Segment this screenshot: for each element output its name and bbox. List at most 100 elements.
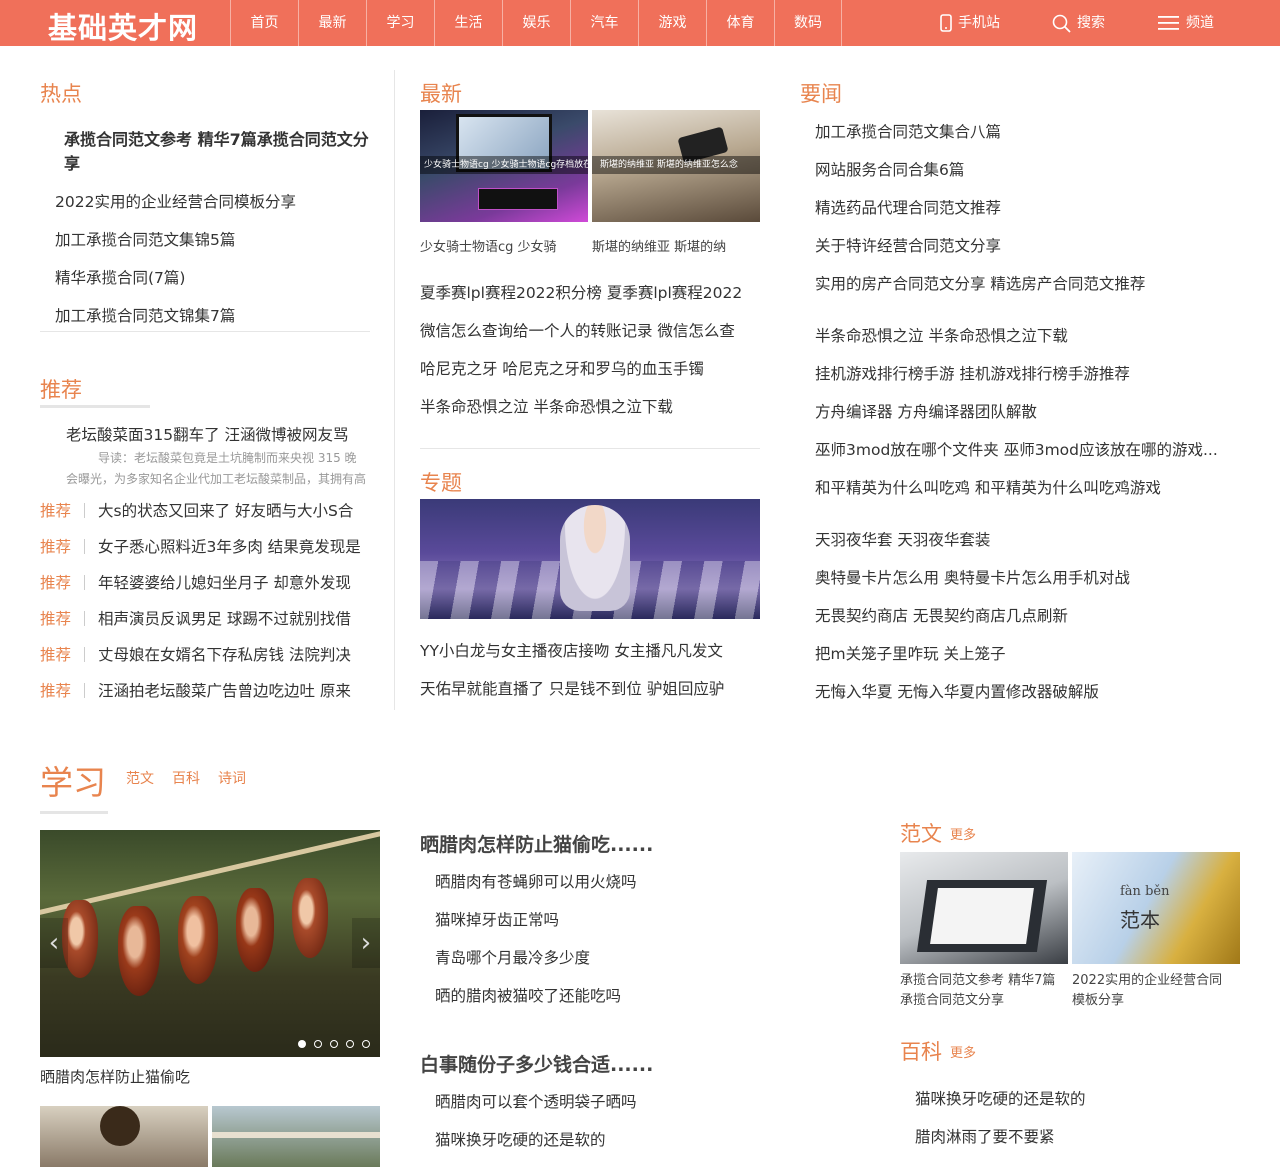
study-block-heading[interactable]: 白事随份子多少钱合适......: [420, 1050, 653, 1077]
news-item[interactable]: 加工承揽合同范文集合八篇: [815, 120, 1235, 142]
tag-separator: [84, 611, 85, 626]
fanwen-thumb-1[interactable]: [900, 852, 1068, 964]
study-thumb-1[interactable]: [40, 1106, 208, 1167]
search-link[interactable]: 搜索: [1052, 0, 1105, 46]
news-item[interactable]: 关于特许经营合同范文分享: [815, 234, 1235, 256]
recommend-item[interactable]: 年轻婆婆给儿媳妇坐月子 却意外发现: [98, 571, 373, 593]
study-list-item[interactable]: 晒腊肉可以套个透明袋子晒吗: [435, 1090, 795, 1112]
latest-pic-1-overlay: 少女骑士物语cg 少女骑士物语cg存档放在哪里: [420, 156, 588, 174]
study-list-item[interactable]: 猫咪换牙吃硬的还是软的: [435, 1128, 795, 1150]
slider-dot[interactable]: [314, 1040, 322, 1048]
news-item[interactable]: 挂机游戏排行榜手游 挂机游戏排行榜手游推荐: [815, 362, 1235, 384]
recommend-section-title: 推荐: [40, 378, 82, 402]
fanwen-thumb-caption[interactable]: 2022实用的企业经营合同模板分享: [1072, 971, 1232, 1011]
nav-item-home[interactable]: 首页: [230, 0, 298, 46]
study-list-item[interactable]: 青岛哪个月最冷多少度: [435, 946, 795, 968]
nav-item-auto[interactable]: 汽车: [570, 0, 638, 46]
hot-item[interactable]: 2022实用的企业经营合同模板分享: [55, 190, 375, 212]
study-list-item[interactable]: 晒的腊肉被猫咬了还能吃吗: [435, 984, 795, 1006]
baike-item[interactable]: 猫咪换牙吃硬的还是软的: [915, 1087, 1235, 1109]
study-tab-fanwen[interactable]: 范文: [126, 768, 154, 788]
baike-more-link[interactable]: 更多: [950, 1046, 976, 1061]
latest-item[interactable]: 半条命恐惧之泣 半条命恐惧之泣下载: [420, 395, 760, 417]
latest-pic-2[interactable]: 斯堪的纳维亚 斯堪的纳维亚怎么念: [592, 110, 760, 222]
news-item[interactable]: 把m关笼子里咋玩 关上笼子: [815, 642, 1235, 664]
recommend-tag: 推荐: [40, 574, 72, 592]
news-item[interactable]: 无悔入华夏 无悔入华夏内置修改器破解版: [815, 680, 1235, 702]
study-tab-poetry[interactable]: 诗词: [218, 768, 246, 788]
recommend-item[interactable]: 丈母娘在女婿名下存私房钱 法院判决: [98, 643, 373, 665]
fanwen-more-link[interactable]: 更多: [950, 828, 976, 843]
recommend-tag: 推荐: [40, 502, 72, 520]
recommend-lead-link[interactable]: 老坛酸菜面315翻车了 汪涵微博被网友骂: [66, 423, 366, 445]
study-image-slider[interactable]: ‹ ›: [40, 830, 380, 1057]
special-item[interactable]: 天佑早就能直播了 只是钱不到位 驴姐回应驴: [420, 677, 760, 699]
latest-item[interactable]: 夏季赛lpl赛程2022积分榜 夏季赛lpl赛程2022: [420, 281, 760, 303]
latest-pic-1-caption[interactable]: 少女骑士物语cg 少女骑: [420, 236, 588, 255]
recommend-item[interactable]: 女子悉心照料近3年多肉 结果竟发现是: [98, 535, 373, 557]
study-section-title: 学习: [40, 763, 106, 802]
channel-menu-link[interactable]: 频道: [1158, 0, 1214, 46]
recommend-tag: 推荐: [40, 538, 72, 556]
hot-item[interactable]: 加工承揽合同范文集锦5篇: [55, 228, 375, 250]
hot-item[interactable]: 加工承揽合同范文锦集7篇: [55, 304, 375, 326]
latest-pic-2-caption[interactable]: 斯堪的纳维亚 斯堪的纳: [592, 236, 760, 255]
study-list-item[interactable]: 猫咪掉牙齿正常吗: [435, 908, 795, 930]
study-block-heading[interactable]: 晒腊肉怎样防止猫偷吃......: [420, 830, 653, 857]
cured-meat: [118, 906, 160, 996]
special-item[interactable]: YY小白龙与女主播夜店接吻 女主播凡凡发文: [420, 639, 760, 661]
slider-dot[interactable]: [346, 1040, 354, 1048]
performer-figure: [560, 505, 630, 611]
hot-lead-link[interactable]: 承揽合同范文参考 精华7篇承揽合同范文分享: [64, 128, 374, 176]
book-pinyin: fàn běn: [1120, 884, 1170, 899]
recommend-item[interactable]: 汪涵拍老坛酸菜广告曾边吃边吐 原来: [98, 679, 373, 701]
nav-item-latest[interactable]: 最新: [298, 0, 366, 46]
site-logo[interactable]: 基础英才网: [48, 5, 198, 47]
slider-prev-button[interactable]: ‹: [40, 918, 68, 968]
tag-separator: [84, 539, 85, 554]
study-thumb-2[interactable]: [212, 1106, 380, 1167]
mobile-site-link[interactable]: 手机站: [940, 0, 1000, 46]
news-item[interactable]: 实用的房产合同范文分享 精选房产合同范文推荐: [815, 272, 1235, 294]
news-item[interactable]: 半条命恐惧之泣 半条命恐惧之泣下载: [815, 324, 1235, 346]
recommend-lead-summary: 导读：老坛酸菜包竟是土坑腌制而来央视 315 晚会曝光，为多家知名企业代加工老坛…: [66, 451, 367, 486]
recommend-item[interactable]: 大s的状态又回来了 好友晒与大小S合: [98, 499, 373, 521]
nav-item-digital[interactable]: 数码: [774, 0, 842, 46]
latest-item[interactable]: 微信怎么查询给一个人的转账记录 微信怎么查: [420, 319, 760, 341]
search-icon: [1052, 14, 1071, 33]
slider-next-button[interactable]: ›: [352, 918, 380, 968]
special-banner-image[interactable]: [420, 499, 760, 619]
nav-item-entertainment[interactable]: 娱乐: [502, 0, 570, 46]
slider-dot[interactable]: [330, 1040, 338, 1048]
news-item[interactable]: 奥特曼卡片怎么用 奥特曼卡片怎么用手机对战: [815, 566, 1235, 588]
news-item[interactable]: 天羽夜华套 天羽夜华套装: [815, 528, 1235, 550]
hot-item[interactable]: 精华承揽合同(7篇): [55, 266, 375, 288]
news-item[interactable]: 网站服务合同合集6篇: [815, 158, 1235, 180]
hot-divider: [40, 331, 370, 332]
mobile-site-label: 手机站: [958, 15, 1000, 31]
fanwen-thumb-2[interactable]: fàn běn 范本: [1072, 852, 1240, 964]
nav-item-life[interactable]: 生活: [434, 0, 502, 46]
nav-item-sports[interactable]: 体育: [706, 0, 774, 46]
news-item[interactable]: 方舟编译器 方舟编译器团队解散: [815, 400, 1235, 422]
nav-item-study[interactable]: 学习: [366, 0, 434, 46]
slider-dot[interactable]: [362, 1040, 370, 1048]
news-item[interactable]: 无畏契约商店 无畏契约商店几点刷新: [815, 604, 1235, 626]
fanwen-thumb-caption[interactable]: 承揽合同范文参考 精华7篇承揽合同范文分享: [900, 971, 1060, 1011]
news-item[interactable]: 巫师3mod放在哪个文件夹 巫师3mod应该放在哪的游戏...: [815, 438, 1235, 460]
latest-section-title: 最新: [420, 82, 462, 106]
recommend-item[interactable]: 相声演员反讽男足 球踢不过就别找借: [98, 607, 373, 629]
search-label: 搜索: [1077, 15, 1105, 31]
study-tab-baike[interactable]: 百科: [172, 768, 200, 788]
news-item[interactable]: 精选药品代理合同范文推荐: [815, 196, 1235, 218]
latest-pic-1[interactable]: 少女骑士物语cg 少女骑士物语cg存档放在哪里: [420, 110, 588, 222]
slider-dot-active[interactable]: [298, 1040, 306, 1048]
news-item[interactable]: 和平精英为什么叫吃鸡 和平精英为什么叫吃鸡游戏: [815, 476, 1235, 498]
nav-item-games[interactable]: 游戏: [638, 0, 706, 46]
baike-item[interactable]: 腊肉淋雨了要不要紧: [915, 1125, 1235, 1147]
cured-meat: [292, 878, 328, 958]
latest-item[interactable]: 哈尼克之牙 哈尼克之牙和罗乌的血玉手镯: [420, 357, 760, 379]
slider-caption[interactable]: 晒腊肉怎样防止猫偷吃: [40, 1066, 380, 1087]
person-head: [100, 1106, 140, 1146]
study-list-item[interactable]: 晒腊肉有苍蝇卵可以用火烧吗: [435, 870, 795, 892]
